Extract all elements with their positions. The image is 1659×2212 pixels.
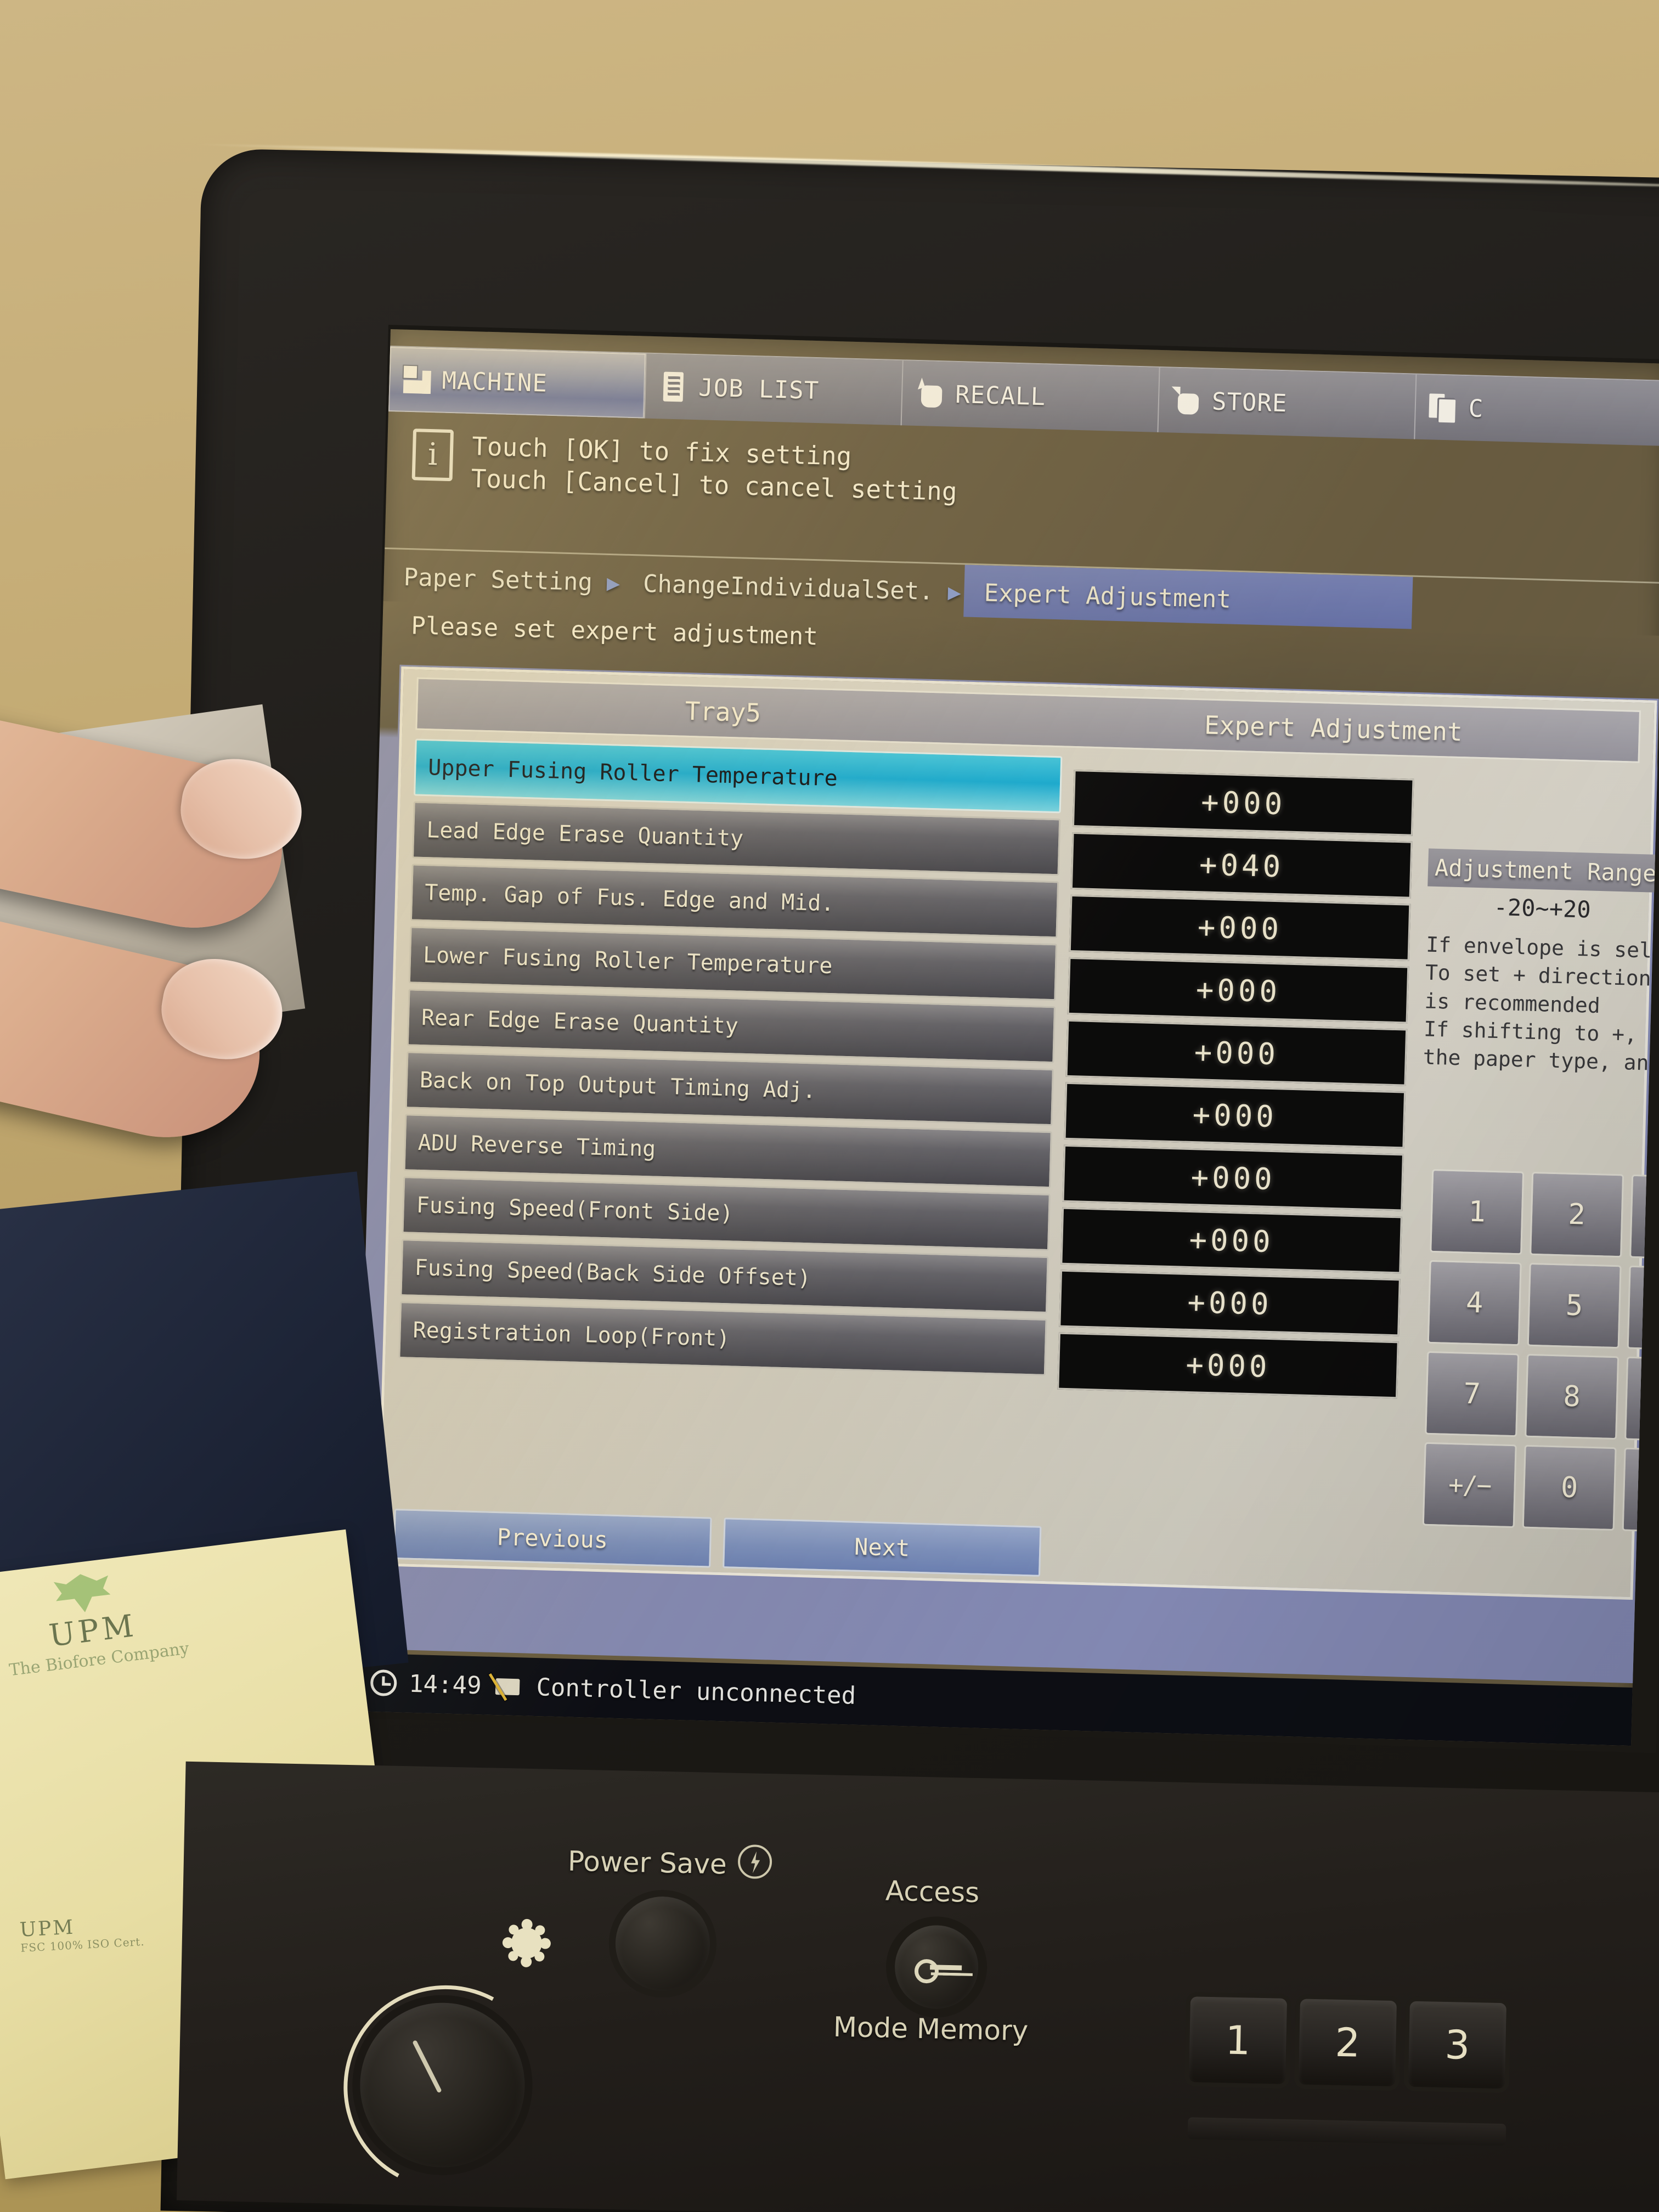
power-save-label: Power Save [567,1845,727,1881]
breadcrumb-arrow-2: ▶ [947,579,962,605]
upm-leaf-icon [53,1571,112,1616]
tab-machine-label: MACHINE [441,366,548,398]
breadcrumb-paper-setting[interactable]: Paper Setting [383,549,604,611]
setting-row[interactable]: ADU Reverse Timing [403,1114,1052,1189]
panel-header-title: Expert Adjustment [1204,710,1463,747]
setting-list: Upper Fusing Roller Temperature Lead Edg… [398,738,1063,1381]
setting-row[interactable]: Registration Loop(Front) [398,1301,1047,1376]
pager-row: Previous Next [393,1508,1042,1577]
setting-row[interactable]: Upper Fusing Roller Temperature [414,738,1063,814]
adjustment-range-value: -20~+20 [1493,893,1592,923]
keypad-plus-minus[interactable]: +/− [1422,1442,1517,1528]
tab-recall[interactable]: RECALL [901,360,1160,432]
setting-value: +000 [1059,1269,1401,1336]
setting-value-list: +000 +040 +000 +000 +000 +000 +000 +000 … [1057,769,1414,1404]
keypad-0[interactable]: 0 [1522,1444,1617,1531]
page-subtitle: Please set expert adjustment [410,612,819,651]
hardkey-1[interactable]: 1 [1188,1996,1288,2084]
info-icon: i [411,428,454,482]
hardkey-3[interactable]: 3 [1408,2001,1506,2089]
hardware-numpad: 1 2 3 [1188,1996,1506,2089]
clock-icon [370,1669,397,1697]
recall-icon [914,377,947,410]
setting-value: +000 [1057,1332,1399,1399]
status-message: Controller unconnected [535,1673,856,1710]
upm-logo-secondary: UPM FSC 100% ISO Cert. [19,1912,145,1955]
setting-row[interactable]: Lead Edge Erase Quantity [411,801,1061,876]
tab-store[interactable]: STORE [1158,367,1417,439]
setting-row[interactable]: Fusing Speed(Back Side Offset) [400,1239,1049,1314]
setting-value: +040 [1070,832,1413,899]
help-line-5: the paper type, an [1423,1045,1650,1075]
hardkey-2[interactable]: 2 [1298,1999,1397,2087]
machine-icon [401,364,434,397]
setting-row[interactable]: Temp. Gap of Fus. Edge and Mid. [410,864,1059,939]
key-icon [915,1958,962,1978]
tab-job-list[interactable]: JOB LIST [645,353,904,426]
setting-value: +000 [1060,1207,1402,1274]
store-icon [1171,385,1204,417]
setting-row[interactable]: Fusing Speed(Front Side) [402,1176,1051,1251]
info-message-lines: Touch [OK] to fix setting Touch [Cancel]… [471,430,958,508]
keypad-4[interactable]: 4 [1427,1260,1522,1346]
setting-value: +000 [1072,769,1414,836]
setting-value: +000 [1069,894,1411,961]
list-icon [658,370,691,403]
tab-store-label: STORE [1211,387,1288,417]
setting-value: +000 [1067,957,1409,1024]
numeric-keypad: 1 2 3 4 5 6 7 8 9 +/− 0 ▼ [1422,1169,1659,1534]
touch-screen[interactable]: MACHINE JOB LIST RECALL STORE C i Touch … [353,329,1659,1746]
mode-memory-label: Mode Memory [833,2011,1029,2047]
tab-job-list-label: JOB LIST [698,373,820,405]
keypad-7[interactable]: 7 [1425,1351,1520,1437]
setting-row[interactable]: Lower Fusing Roller Temperature [408,926,1058,1001]
desk-object [0,704,306,1052]
upm-secondary-text: UPM [19,1916,76,1942]
screenshot-root: UPM The Biofore Company UPM FSC 100% ISO… [0,0,1659,2212]
power-save-icon [737,1844,772,1880]
setting-value: +000 [1062,1144,1404,1211]
copy-icon [1427,391,1460,424]
content-area: Please set expert adjustment Tray5 Exper… [354,601,1659,1684]
panel-header-tray: Tray5 [684,696,761,728]
next-button[interactable]: Next [723,1517,1042,1577]
expert-adjustment-panel: Tray5 Expert Adjustment Upper Fusing Rol… [377,666,1659,1600]
physical-control-panel: Power Save Access Mode Memory 1 2 3 [176,1761,1659,2212]
setting-row[interactable]: Rear Edge Erase Quantity [407,989,1056,1064]
adjustment-range-title: Adjustment Range [1427,848,1659,893]
tab-copy[interactable]: C [1415,374,1659,447]
controller-disconnected-icon [493,1673,524,1700]
setting-row[interactable]: Back on Top Output Timing Adj. [405,1051,1054,1126]
status-time: 14:49 [408,1669,482,1700]
keypad-2[interactable]: 2 [1530,1171,1624,1258]
access-label: Access [885,1875,980,1909]
keypad-1[interactable]: 1 [1430,1169,1525,1255]
tab-copy-label: C [1468,394,1484,423]
setting-value: +000 [1064,1082,1406,1149]
keypad-5[interactable]: 5 [1527,1262,1622,1349]
tab-machine[interactable]: MACHINE [388,346,647,419]
hardware-numpad-row-2 [1187,2117,1506,2146]
previous-button[interactable]: Previous [393,1508,712,1568]
tab-recall-label: RECALL [955,380,1046,411]
setting-value: +000 [1065,1019,1408,1086]
power-save-button[interactable] [614,1895,711,1992]
sun-icon [511,1927,543,1959]
desk-object-detail [0,776,94,877]
keypad-8[interactable]: 8 [1525,1353,1620,1440]
adjustment-help-text: If envelope is sel To set + direction is… [1423,930,1657,1077]
breadcrumb-arrow-1: ▶ [606,570,620,596]
adjustment-range-panel: Adjustment Range -20~+20 If envelope is … [1423,766,1659,1078]
